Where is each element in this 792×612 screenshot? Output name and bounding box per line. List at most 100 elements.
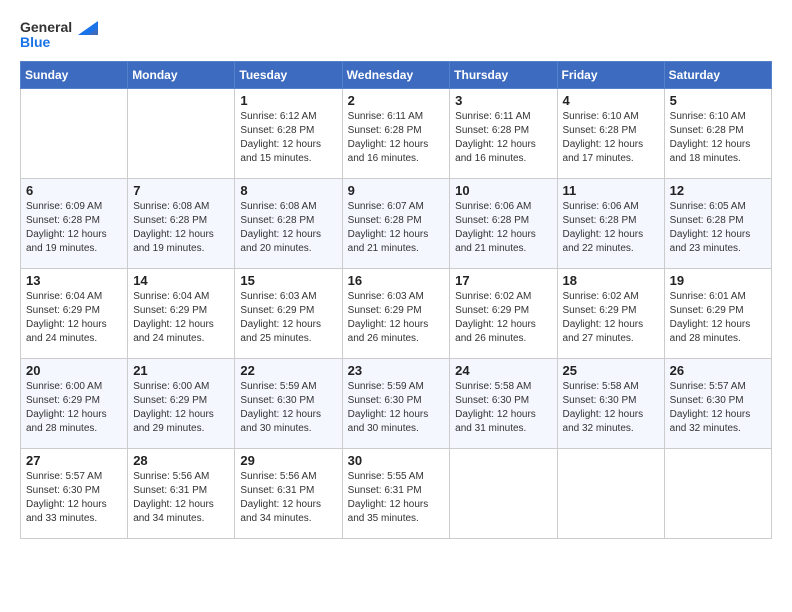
- calendar-cell: 6Sunrise: 6:09 AMSunset: 6:28 PMDaylight…: [21, 178, 128, 268]
- weekday-header-row: SundayMondayTuesdayWednesdayThursdayFrid…: [21, 61, 772, 88]
- daylight-text: Daylight: 12 hours and 30 minutes.: [348, 408, 445, 436]
- sunset-text: Sunset: 6:28 PM: [240, 214, 336, 228]
- day-number: 22: [240, 363, 336, 378]
- day-info: Sunrise: 6:05 AMSunset: 6:28 PMDaylight:…: [670, 200, 766, 256]
- daylight-text: Daylight: 12 hours and 15 minutes.: [240, 138, 336, 166]
- daylight-text: Daylight: 12 hours and 18 minutes.: [670, 138, 766, 166]
- sunrise-text: Sunrise: 6:11 AM: [455, 110, 551, 124]
- day-number: 6: [26, 183, 122, 198]
- calendar-cell: 11Sunrise: 6:06 AMSunset: 6:28 PMDayligh…: [557, 178, 664, 268]
- sunset-text: Sunset: 6:29 PM: [26, 304, 122, 318]
- daylight-text: Daylight: 12 hours and 31 minutes.: [455, 408, 551, 436]
- calendar-cell: 23Sunrise: 5:59 AMSunset: 6:30 PMDayligh…: [342, 358, 450, 448]
- daylight-text: Daylight: 12 hours and 28 minutes.: [26, 408, 122, 436]
- sunrise-text: Sunrise: 6:12 AM: [240, 110, 336, 124]
- sunrise-text: Sunrise: 5:58 AM: [563, 380, 659, 394]
- sunrise-text: Sunrise: 6:08 AM: [240, 200, 336, 214]
- calendar-cell: 22 Sunrise: 5:59 AMSunset: 6:30 PMDayligh…: [235, 358, 342, 448]
- sunset-text: Sunset: 6:31 PM: [133, 484, 229, 498]
- calendar-cell: 19 Sunrise: 6:01 AMSunset: 6:29 PMDayligh…: [664, 268, 771, 358]
- sunrise-text: Sunrise: 6:03 AM: [348, 290, 445, 304]
- day-number: 20: [26, 363, 122, 378]
- calendar-cell: [128, 88, 235, 178]
- sunrise-text: Sunrise: 6:00 AM: [26, 380, 122, 394]
- sunrise-text: Sunrise: 6:04 AM: [26, 290, 122, 304]
- daylight-text: Daylight: 12 hours and 29 minutes.: [133, 408, 229, 436]
- day-number: 29: [240, 453, 336, 468]
- daylight-text: Daylight: 12 hours and 20 minutes.: [240, 228, 336, 256]
- weekday-header-wednesday: Wednesday: [342, 61, 450, 88]
- sunset-text: Sunset: 6:29 PM: [133, 394, 229, 408]
- logo-container: General Blue: [20, 20, 98, 51]
- sunrise-text: Sunrise: 6:06 AM: [563, 200, 659, 214]
- day-info: Sunrise: 6:06 AMSunset: 6:28 PMDaylight:…: [563, 200, 659, 256]
- calendar-cell: 28Sunrise: 5:56 AMSunset: 6:31 PMDayligh…: [128, 448, 235, 538]
- daylight-text: Daylight: 12 hours and 19 minutes.: [133, 228, 229, 256]
- daylight-text: Daylight: 12 hours and 34 minutes.: [133, 498, 229, 526]
- daylight-text: Daylight: 12 hours and 16 minutes.: [348, 138, 445, 166]
- daylight-text: Daylight: 12 hours and 30 minutes.: [240, 408, 336, 436]
- sunset-text: Sunset: 6:28 PM: [670, 214, 766, 228]
- daylight-text: Daylight: 12 hours and 23 minutes.: [670, 228, 766, 256]
- day-info: Sunrise: 5:56 AMSunset: 6:31 PMDaylight:…: [240, 470, 336, 526]
- week-row-3: 13Sunrise: 6:04 AMSunset: 6:29 PMDayligh…: [21, 268, 772, 358]
- sunset-text: Sunset: 6:29 PM: [455, 304, 551, 318]
- weekday-header-thursday: Thursday: [450, 61, 557, 88]
- calendar-cell: 7Sunrise: 6:08 AMSunset: 6:28 PMDaylight…: [128, 178, 235, 268]
- calendar-cell: 14Sunrise: 6:04 AMSunset: 6:29 PMDayligh…: [128, 268, 235, 358]
- daylight-text: Daylight: 12 hours and 26 minutes.: [348, 318, 445, 346]
- sunset-text: Sunset: 6:29 PM: [240, 304, 336, 318]
- day-info: Sunrise: 6:08 AMSunset: 6:28 PMDaylight:…: [133, 200, 229, 256]
- day-number: 26: [670, 363, 766, 378]
- sunrise-text: Sunrise: 6:00 AM: [133, 380, 229, 394]
- sunset-text: Sunset: 6:28 PM: [455, 214, 551, 228]
- day-number: 5: [670, 93, 766, 108]
- sunset-text: Sunset: 6:28 PM: [348, 124, 445, 138]
- calendar-cell: 12Sunrise: 6:05 AMSunset: 6:28 PMDayligh…: [664, 178, 771, 268]
- calendar-cell: 27Sunrise: 5:57 AMSunset: 6:30 PMDayligh…: [21, 448, 128, 538]
- day-number: 13: [26, 273, 122, 288]
- sunrise-text: Sunrise: 5:59 AM: [240, 380, 336, 394]
- sunrise-text: Sunrise: 6:01 AM: [670, 290, 766, 304]
- calendar-cell: 26Sunrise: 5:57 AMSunset: 6:30 PMDayligh…: [664, 358, 771, 448]
- calendar-cell: 17Sunrise: 6:02 AMSunset: 6:29 PMDayligh…: [450, 268, 557, 358]
- day-info: Sunrise: 6:04 AMSunset: 6:29 PMDaylight:…: [133, 290, 229, 346]
- week-row-4: 20Sunrise: 6:00 AMSunset: 6:29 PMDayligh…: [21, 358, 772, 448]
- day-info: Sunrise: 6:01 AMSunset: 6:29 PMDaylight:…: [670, 290, 766, 346]
- calendar-cell: 21Sunrise: 6:00 AMSunset: 6:29 PMDayligh…: [128, 358, 235, 448]
- calendar-cell: [557, 448, 664, 538]
- calendar-cell: 2Sunrise: 6:11 AMSunset: 6:28 PMDaylight…: [342, 88, 450, 178]
- day-info: Sunrise: 5:58 AMSunset: 6:30 PMDaylight:…: [455, 380, 551, 436]
- sunset-text: Sunset: 6:30 PM: [563, 394, 659, 408]
- day-info: Sunrise: 6:03 AMSunset: 6:29 PMDaylight:…: [348, 290, 445, 346]
- sunset-text: Sunset: 6:30 PM: [670, 394, 766, 408]
- sunset-text: Sunset: 6:29 PM: [133, 304, 229, 318]
- day-info: Sunrise: 5:59 AMSunset: 6:30 PMDaylight:…: [240, 380, 336, 436]
- sunset-text: Sunset: 6:31 PM: [240, 484, 336, 498]
- calendar-table: SundayMondayTuesdayWednesdayThursdayFrid…: [20, 61, 772, 539]
- day-info: Sunrise: 6:12 AMSunset: 6:28 PMDaylight:…: [240, 110, 336, 166]
- daylight-text: Daylight: 12 hours and 24 minutes.: [26, 318, 122, 346]
- day-number: 27: [26, 453, 122, 468]
- sunset-text: Sunset: 6:30 PM: [26, 484, 122, 498]
- sunrise-text: Sunrise: 6:11 AM: [348, 110, 445, 124]
- daylight-text: Daylight: 12 hours and 19 minutes.: [26, 228, 122, 256]
- day-info: Sunrise: 6:03 AMSunset: 6:29 PMDaylight:…: [240, 290, 336, 346]
- sunset-text: Sunset: 6:30 PM: [348, 394, 445, 408]
- day-number: 19: [670, 273, 766, 288]
- page-header: General Blue: [20, 20, 772, 51]
- day-info: Sunrise: 6:11 AMSunset: 6:28 PMDaylight:…: [455, 110, 551, 166]
- calendar-cell: 4Sunrise: 6:10 AMSunset: 6:28 PMDaylight…: [557, 88, 664, 178]
- day-number: 15: [240, 273, 336, 288]
- daylight-text: Daylight: 12 hours and 34 minutes.: [240, 498, 336, 526]
- sunrise-text: Sunrise: 6:08 AM: [133, 200, 229, 214]
- sunrise-text: Sunrise: 6:03 AM: [240, 290, 336, 304]
- calendar-cell: [450, 448, 557, 538]
- sunset-text: Sunset: 6:28 PM: [563, 214, 659, 228]
- daylight-text: Daylight: 12 hours and 21 minutes.: [455, 228, 551, 256]
- sunrise-text: Sunrise: 6:04 AM: [133, 290, 229, 304]
- day-number: 24: [455, 363, 551, 378]
- day-info: Sunrise: 6:08 AMSunset: 6:28 PMDaylight:…: [240, 200, 336, 256]
- calendar-cell: 16Sunrise: 6:03 AMSunset: 6:29 PMDayligh…: [342, 268, 450, 358]
- day-number: 4: [563, 93, 659, 108]
